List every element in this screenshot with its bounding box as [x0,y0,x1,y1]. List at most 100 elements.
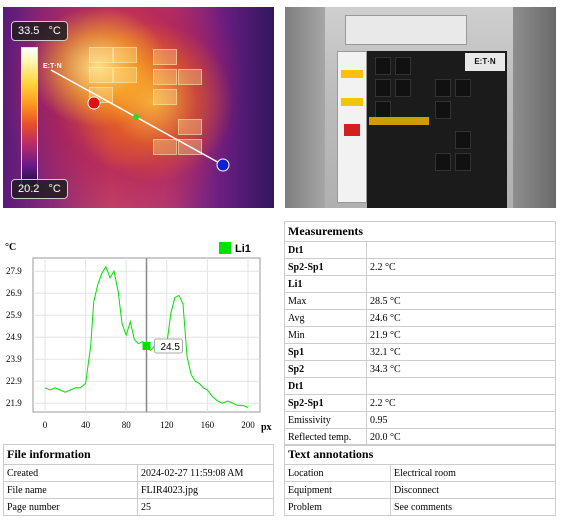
spot-sp1-marker[interactable] [87,96,101,110]
spot-sp2-marker[interactable] [216,158,230,172]
file-info-row: File name FLIR4023.jpg [3,481,274,499]
file-info-panel: File information Created 2024-02-27 11:59… [3,444,274,516]
measurement-row-value [366,241,556,259]
y-axis-unit: °C [5,242,16,253]
panel-side [513,7,556,208]
measurement-row: Sp2-Sp1 2.2 °C [284,394,556,412]
annotation-row-label: Equipment [284,481,391,499]
annotation-row-value: Disconnect [390,481,556,499]
measurement-row: Sp1 32.1 °C [284,343,556,361]
file-info-row: Page number 25 [3,498,274,516]
measurement-row: Reflected temp. 20.0 °C [284,428,556,446]
measurement-row: Min 21.9 °C [284,326,556,344]
measurement-row-value [366,377,556,395]
breaker [395,79,411,97]
y-tick-label: 27.9 [6,266,22,276]
warning-labels [337,51,367,203]
text-annotations-title: Text annotations [284,444,556,464]
measurement-row-value [366,275,556,293]
max-temp-label: 33.5 °C [11,21,68,41]
measurement-row-value: 20.0 °C [366,428,556,446]
measurement-row: Dt1 [284,377,556,395]
measurement-row: Avg 24.6 °C [284,309,556,327]
eaton-logo-text: E:T·N [474,57,496,66]
file-info-title: File information [3,444,274,464]
measurement-row-value: 2.2 °C [366,258,556,276]
y-tick-label: 22.9 [6,376,22,386]
x-tick-label: 120 [160,420,174,430]
measurement-row: Dt1 [284,241,556,259]
y-tick-label: 23.9 [6,354,22,364]
line-profile-chart: °C Li1 21.9 22.9 23.9 24.9 25.9 26.9 27.9 0 40 8… [3,240,274,433]
annotation-row-label: Problem [284,498,391,516]
x-tick-label: 0 [43,420,48,430]
x-tick-label: 80 [122,420,132,430]
breaker [375,57,391,75]
y-tick-label: 21.9 [6,398,22,408]
measurement-row-label: Emissivity [284,411,367,429]
measurement-row-value: 34.3 °C [366,360,556,378]
y-tick-label: 25.9 [6,310,22,320]
measurement-row: Sp2 34.3 °C [284,360,556,378]
measurement-row-label: Min [284,326,367,344]
measurement-row-label: Dt1 [284,377,367,395]
annotation-row: Problem See comments [284,498,556,516]
max-temp-unit: °C [48,25,61,37]
chart-cursor-tooltip: 24.5 [154,338,183,354]
thermal-image: 33.5 °C 20.2 °C E:T·N [3,7,274,208]
measurement-row-label: Dt1 [284,241,367,259]
max-temp-value: 33.5 [18,25,40,37]
annotation-row-value: See comments [390,498,556,516]
measurement-row: Sp2-Sp1 2.2 °C [284,258,556,276]
panel-door [285,7,325,208]
annotation-row: Location Electrical room [284,464,556,482]
line-cursor-marker [133,114,139,120]
breaker [435,101,451,119]
legend-swatch-li1 [219,242,231,254]
measurement-row-label: Max [284,292,367,310]
measurement-row-value: 24.6 °C [366,309,556,327]
measurement-row-value: 28.5 °C [366,292,556,310]
thermal-brand-label: E:T·N [43,63,62,70]
measurement-row: Li1 [284,275,556,293]
breaker [455,131,471,149]
cursor-value: 24.5 [161,342,181,353]
file-info-row-label: Created [3,464,138,482]
chart-cursor-marker[interactable] [142,342,151,350]
measurement-row-label: Sp1 [284,343,367,361]
file-info-table: Created 2024-02-27 11:59:08 AM File name FL… [3,464,274,516]
min-temp-unit: °C [48,183,61,195]
measurement-row-label: Avg [284,309,367,327]
min-temp-label: 20.2 °C [11,179,68,199]
measurement-row-label: Sp2 [284,360,367,378]
measurement-row-value: 2.2 °C [366,394,556,412]
visual-photo: E:T·N [285,7,556,208]
measurement-row-value: 21.9 °C [366,326,556,344]
measurements-panel: Measurements Dt1 Sp2-Sp1 2.2 °C Li1 Max 28.5 … [284,221,556,446]
y-tick-label: 26.9 [6,288,22,298]
annotation-row-label: Location [284,464,391,482]
measurement-row: Emissivity 0.95 [284,411,556,429]
measurement-row-value: 32.1 °C [366,343,556,361]
measurement-row-value: 0.95 [366,411,556,429]
yellow-tag [369,117,429,125]
breaker [435,153,451,171]
panel-label-sticker [345,15,467,45]
measurement-row-label: Li1 [284,275,367,293]
x-tick-label: 200 [241,420,255,430]
text-annotations-table: Location Electrical room Equipment Disconne… [284,464,556,516]
annotation-row-value: Electrical room [390,464,556,482]
file-info-row-label: File name [3,481,138,499]
x-axis-unit: px [261,422,272,433]
measurement-row: Max 28.5 °C [284,292,556,310]
file-info-row-value: 2024-02-27 11:59:08 AM [137,464,274,482]
temperature-scale-bar [21,47,38,187]
measurement-row-label: Sp2-Sp1 [284,258,367,276]
measurements-table: Dt1 Sp2-Sp1 2.2 °C Li1 Max 28.5 °C Avg 24.6 °C M… [284,241,556,446]
annotation-row: Equipment Disconnect [284,481,556,499]
y-tick-labels: 21.9 22.9 23.9 24.9 25.9 26.9 27.9 [6,266,22,408]
measurement-row-label: Reflected temp. [284,428,367,446]
x-tick-label: 160 [201,420,215,430]
legend-label-li1: Li1 [235,243,251,255]
breaker [375,79,391,97]
